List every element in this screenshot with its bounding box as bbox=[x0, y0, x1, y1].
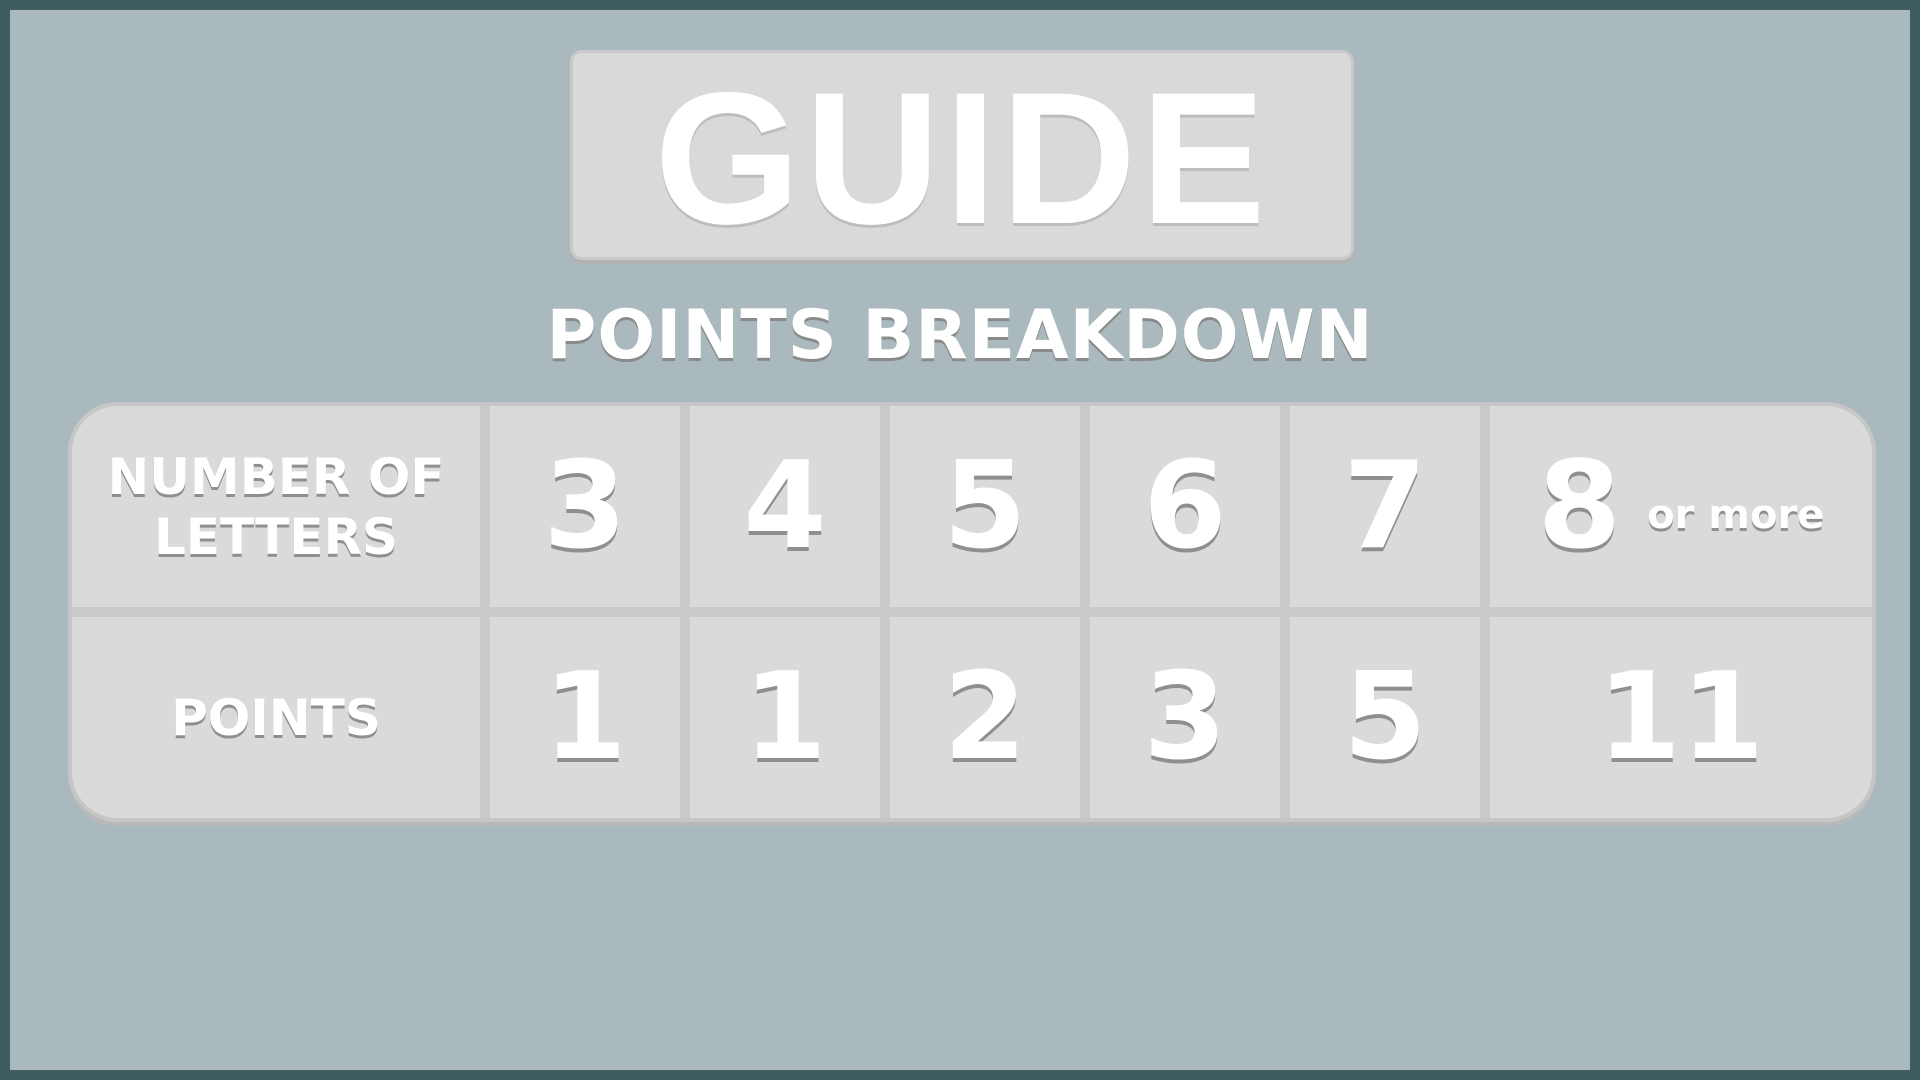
points-value: 3 bbox=[1143, 647, 1227, 787]
section-subtitle: POINTS BREAKDOWN bbox=[546, 296, 1374, 375]
points-label: POINTS bbox=[171, 688, 381, 747]
letters-label-line2: LETTERS bbox=[153, 507, 399, 566]
points-cell-2: 1 bbox=[690, 617, 880, 818]
letters-value: 5 bbox=[943, 436, 1027, 576]
letters-row-label: NUMBER OF LETTERS bbox=[72, 406, 480, 607]
letters-value: 3 bbox=[543, 436, 627, 576]
page-title: GUIDE bbox=[654, 53, 1270, 263]
points-cell-5: 5 bbox=[1290, 617, 1480, 818]
points-value: 1 bbox=[743, 647, 827, 787]
guide-screen: GUIDE POINTS BREAKDOWN NUMBER OF LETTERS… bbox=[10, 10, 1910, 1070]
letters-suffix: or more bbox=[1647, 491, 1825, 538]
title-banner: GUIDE bbox=[570, 50, 1354, 260]
letters-value: 6 bbox=[1143, 436, 1227, 576]
letters-cell-4: 6 bbox=[1090, 406, 1280, 607]
letters-value: 4 bbox=[743, 436, 827, 576]
points-table: NUMBER OF LETTERS 3 4 5 6 7 8 or more PO… bbox=[68, 402, 1876, 822]
points-value: 5 bbox=[1343, 647, 1427, 787]
letters-cell-1: 3 bbox=[490, 406, 680, 607]
letters-cell-2: 4 bbox=[690, 406, 880, 607]
letters-value: 7 bbox=[1343, 436, 1427, 576]
points-cell-1: 1 bbox=[490, 617, 680, 818]
letters-cell-6: 8 or more bbox=[1490, 406, 1872, 607]
letters-cell-5: 7 bbox=[1290, 406, 1480, 607]
letters-cell-3: 5 bbox=[890, 406, 1080, 607]
points-value: 1 bbox=[543, 647, 627, 787]
letters-label-line1: NUMBER OF bbox=[107, 447, 445, 506]
letters-value: 8 bbox=[1537, 436, 1622, 576]
points-value: 11 bbox=[1597, 647, 1765, 787]
points-cell-3: 2 bbox=[890, 617, 1080, 818]
points-row-label: POINTS bbox=[72, 617, 480, 818]
points-value: 2 bbox=[943, 647, 1027, 787]
points-cell-6: 11 bbox=[1490, 617, 1872, 818]
points-cell-4: 3 bbox=[1090, 617, 1280, 818]
